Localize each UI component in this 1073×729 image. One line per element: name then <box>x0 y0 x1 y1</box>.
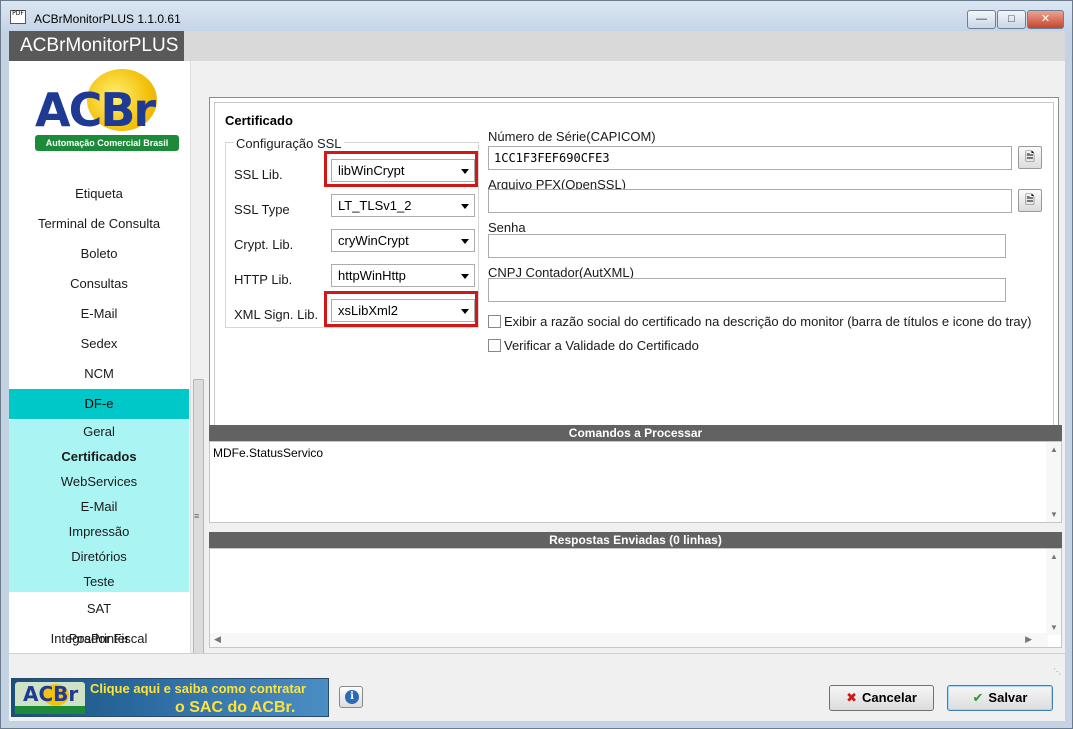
info-button[interactable]: i <box>339 686 363 708</box>
respostas-header: Respostas Enviadas (0 linhas) <box>209 532 1062 548</box>
resize-grip-icon[interactable]: ⋱ <box>1053 667 1061 676</box>
comandos-header: Comandos a Processar <box>209 425 1062 441</box>
acbr-logo: ACBr Automação Comercial Brasil <box>35 69 179 151</box>
sidebar-subitem-diretorios[interactable]: Diretórios <box>9 549 189 567</box>
highlight-box <box>324 291 478 327</box>
banner-line1: Clique aqui e saiba como contratar <box>90 681 306 696</box>
highlight-box <box>324 151 478 187</box>
check-icon: ✔ <box>972 690 984 705</box>
sidebar-scrollbar[interactable]: ≡ <box>190 61 206 655</box>
scroll-down-icon[interactable]: ▼ <box>1050 510 1058 519</box>
scroll-up-icon[interactable]: ▲ <box>1050 445 1058 454</box>
pfx-browse-button[interactable]: 🗎 <box>1018 189 1042 212</box>
sac-banner[interactable]: ACBr Clique aqui e saiba como contratar … <box>11 678 329 717</box>
chevron-down-icon <box>461 274 469 279</box>
http-lib-select[interactable]: httpWinHttp <box>331 264 475 287</box>
app-header: ACBrMonitorPLUS <box>9 31 1065 61</box>
logo-ac: AC <box>35 83 102 137</box>
razao-social-checkbox[interactable] <box>488 315 501 328</box>
respostas-scrollbar[interactable]: ▲ ▼ <box>1046 549 1061 635</box>
sidebar-subitem-certificados[interactable]: Certificados <box>9 449 189 467</box>
banner-logo: ACBr <box>15 682 85 714</box>
chevron-down-icon <box>461 239 469 244</box>
senha-input[interactable] <box>488 234 1006 258</box>
sidebar-item-consultas[interactable]: Consultas <box>9 276 189 292</box>
sidebar-item-ncm[interactable]: NCM <box>9 366 189 382</box>
sidebar-item-dfe[interactable]: DF-e <box>9 389 189 419</box>
scroll-up-icon[interactable]: ▲ <box>1050 552 1058 561</box>
serial-input[interactable]: 1CC1F3FEF690CFE3 <box>488 146 1012 170</box>
sidebar-item-sedex[interactable]: Sedex <box>9 336 189 352</box>
scroll-left-icon[interactable]: ◀ <box>214 634 221 645</box>
document-icon: 🗎 <box>1025 150 1035 164</box>
sidebar-subitem-teste[interactable]: Teste <box>9 574 189 592</box>
sidebar-subitem-webservices[interactable]: WebServices <box>9 474 189 492</box>
serial-select-button[interactable]: 🗎 <box>1018 146 1042 169</box>
ssl-type-select[interactable]: LT_TLSv1_2 <box>331 194 475 217</box>
x-icon: ✖ <box>846 690 857 705</box>
crypt-lib-value: cryWinCrypt <box>338 233 409 248</box>
window-title: ACBrMonitorPLUS 1.1.0.61 <box>34 12 181 26</box>
scroll-grip-icon: ≡ <box>194 511 200 521</box>
sidebar-item-sat[interactable]: SAT <box>9 601 189 617</box>
respostas-hscrollbar[interactable]: ◀ ▶ <box>210 633 1048 647</box>
sidebar-subitem-geral[interactable]: Geral <box>9 424 189 442</box>
comandos-textarea[interactable]: MDFe.StatusServico ▲ ▼ <box>209 441 1062 523</box>
banner-line2: o SAC do ACBr. <box>175 699 296 716</box>
http-lib-label: HTTP Lib. <box>234 272 293 287</box>
scroll-right-icon[interactable]: ▶ <box>1025 634 1032 645</box>
ssl-group-title: Configuração SSL <box>234 136 344 151</box>
sidebar-item-etiqueta[interactable]: Etiqueta <box>9 186 189 202</box>
crypt-lib-label: Crypt. Lib. <box>234 237 294 252</box>
sidebar-item-boleto[interactable]: Boleto <box>9 246 189 262</box>
validade-label[interactable]: Verificar a Validade do Certificado <box>504 338 699 353</box>
client-area: ACBrMonitorPLUS ACBr Automação Comercial… <box>9 31 1065 721</box>
serial-label: Número de Série(CAPICOM) <box>488 129 656 144</box>
section-title: Certificado <box>225 113 293 128</box>
logo-tagline: Automação Comercial Brasil <box>35 135 179 151</box>
crypt-lib-select[interactable]: cryWinCrypt <box>331 229 475 252</box>
app-icon: PDF <box>10 10 26 24</box>
scroll-down-icon[interactable]: ▼ <box>1050 623 1058 632</box>
chevron-down-icon <box>461 204 469 209</box>
ssl-type-value: LT_TLSv1_2 <box>338 198 412 213</box>
ssl-type-label: SSL Type <box>234 202 290 217</box>
info-icon: i <box>345 690 359 704</box>
app-header-title: ACBrMonitorPLUS <box>9 31 185 61</box>
razao-social-label[interactable]: Exibir a razão social do certificado na … <box>504 314 1031 329</box>
sidebar-item-posprinter[interactable]: PosPrinter <box>9 631 189 647</box>
respostas-textarea[interactable]: ▲ ▼ ◀ ▶ <box>209 548 1062 648</box>
pfx-input[interactable] <box>488 189 1012 213</box>
cancel-button[interactable]: ✖ Cancelar <box>829 685 934 711</box>
app-window: PDF ACBrMonitorPLUS 1.1.0.61 — □ ✕ ACBrM… <box>0 0 1073 729</box>
sidebar-subitem-email[interactable]: E-Mail <box>9 499 189 517</box>
certificado-panel: Certificado Configuração SSL SSL Lib. li… <box>209 97 1059 447</box>
xml-sign-lib-label: XML Sign. Lib. <box>234 307 319 322</box>
sidebar-item-email[interactable]: E-Mail <box>9 306 189 322</box>
senha-label: Senha <box>488 220 526 235</box>
save-button[interactable]: ✔ Salvar <box>947 685 1053 711</box>
cnpj-input[interactable] <box>488 278 1006 302</box>
sidebar-subitem-impressao[interactable]: Impressão <box>9 524 189 542</box>
status-strip <box>9 653 1065 677</box>
comandos-text: MDFe.StatusServico <box>213 446 324 460</box>
http-lib-value: httpWinHttp <box>338 268 406 283</box>
sidebar: ACBr Automação Comercial Brasil Etiqueta… <box>9 61 206 655</box>
minimize-button[interactable]: — <box>967 10 996 29</box>
maximize-button[interactable]: □ <box>997 10 1026 29</box>
close-button[interactable]: ✕ <box>1027 10 1064 29</box>
ssl-lib-label: SSL Lib. <box>234 167 283 182</box>
validade-checkbox[interactable] <box>488 339 501 352</box>
sidebar-item-terminal-consulta[interactable]: Terminal de Consulta <box>9 216 189 232</box>
comandos-scrollbar[interactable]: ▲ ▼ <box>1046 442 1061 522</box>
title-bar[interactable]: PDF ACBrMonitorPLUS 1.1.0.61 — □ ✕ <box>1 1 1072 31</box>
logo-br: Br <box>100 83 156 137</box>
document-icon: 🗎 <box>1025 193 1035 207</box>
